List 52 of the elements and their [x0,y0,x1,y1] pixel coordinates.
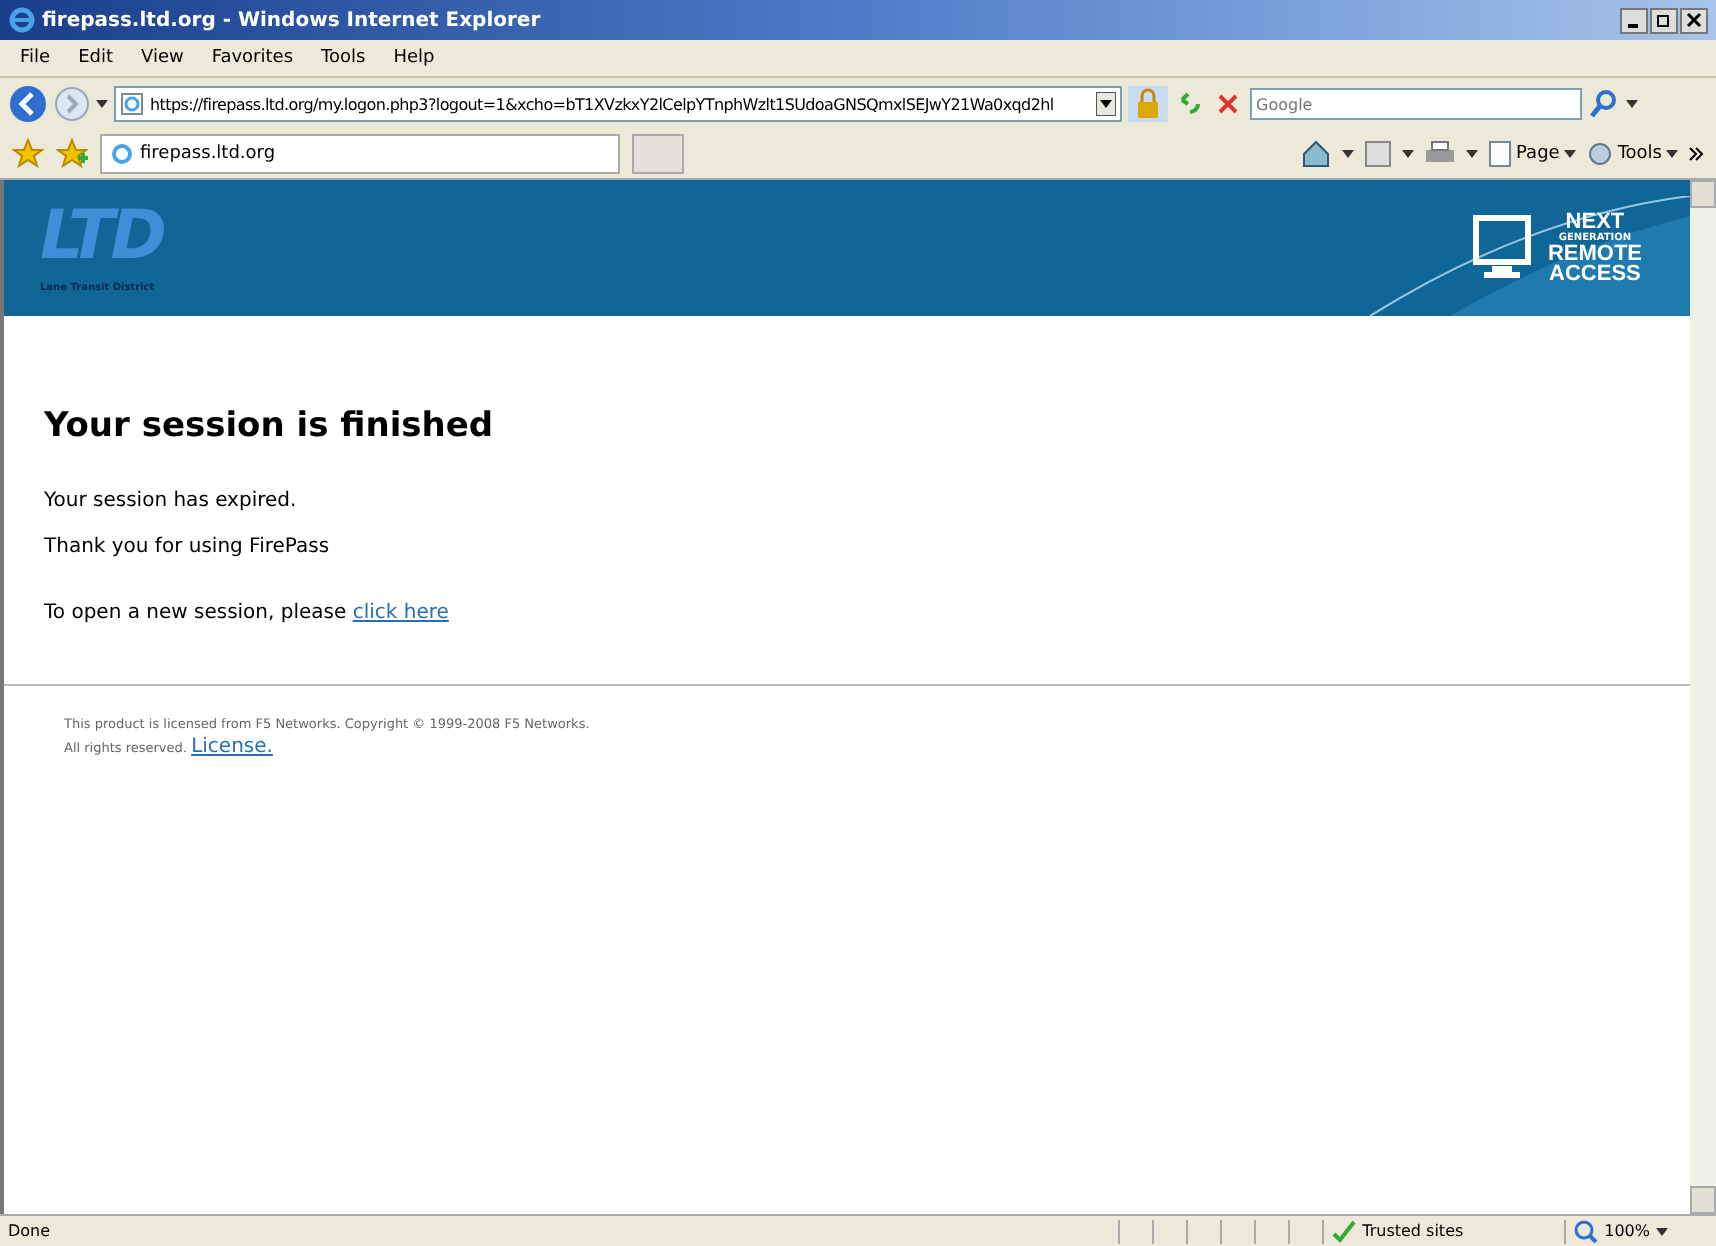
browser-tab[interactable]: firepass.ltd.org [100,134,620,174]
menu-item[interactable]: Edit [78,48,113,68]
message-text: Your session has expired. [44,490,299,512]
menu-item[interactable]: View [141,48,184,68]
dropdown-icon[interactable] [1096,92,1116,116]
caret-icon [1666,150,1678,158]
status-text: Done [8,1222,53,1240]
restore-button[interactable] [1650,7,1678,33]
scrollbar[interactable] [1690,180,1716,1214]
caret-icon [1656,1227,1668,1235]
command-menu-button[interactable]: Tools [1585,140,1678,168]
browser-logo-icon [8,6,36,34]
add-favorite-icon[interactable] [56,138,88,170]
monitor-icon [1471,214,1532,282]
click-here-link[interactable]: click here [352,602,449,624]
command-menu-button[interactable]: Page [1488,140,1576,168]
dropdown-icon[interactable] [1626,100,1638,108]
dropdown-icon[interactable] [1466,150,1479,158]
home-icon[interactable] [1300,138,1333,170]
page-heading: Your session is finished [44,406,496,446]
printer-icon[interactable] [1424,140,1457,168]
search-icon[interactable] [1588,88,1620,120]
feed-icon[interactable] [1364,140,1393,168]
address-field[interactable]: https://firepass.ltd.org/my.logon.php3?logout=1&xcho=bT1XVzkxY2lCelpYTnphWzlt1SUdoaGNSQmxlSEJwY21Wa0xqd2hl [114,86,1122,122]
caret-icon [1563,150,1576,158]
security-zone: Trusted sites [1322,1219,1565,1243]
zoom-button[interactable]: 100% [1564,1219,1708,1243]
dropdown-icon[interactable] [1342,150,1355,158]
chevron-icon[interactable] [1688,146,1704,162]
close-button[interactable] [1680,7,1708,33]
restore-icon [1656,12,1672,28]
minimize-button[interactable] [1620,7,1648,33]
license-link[interactable]: License. [191,736,273,758]
zoom-icon [1574,1219,1599,1243]
menu-item[interactable]: File [20,48,51,68]
star-icon[interactable] [12,138,44,170]
logo: LTD [40,202,163,270]
tagline-text: ACCESS [1549,264,1641,284]
tagline-text: REMOTE [1547,244,1642,264]
window-title: firepass.ltd.org - Windows Internet Explorer [42,9,543,31]
check-icon [1332,1219,1357,1243]
close-icon [1686,12,1702,28]
message-text: Thank you for using FirePass [44,536,332,558]
message-text: To open a new session, please click here [44,602,451,624]
menu-item[interactable]: Tools [321,48,366,68]
search-field[interactable]: Google [1250,88,1582,120]
menu-item[interactable]: Favorites [211,48,294,68]
menu-item[interactable]: Help [393,48,435,68]
dropdown-icon[interactable] [1402,150,1415,158]
tagline-text: NEXT [1565,212,1625,232]
back-button[interactable] [8,84,48,124]
dropdown-icon[interactable] [96,100,108,108]
